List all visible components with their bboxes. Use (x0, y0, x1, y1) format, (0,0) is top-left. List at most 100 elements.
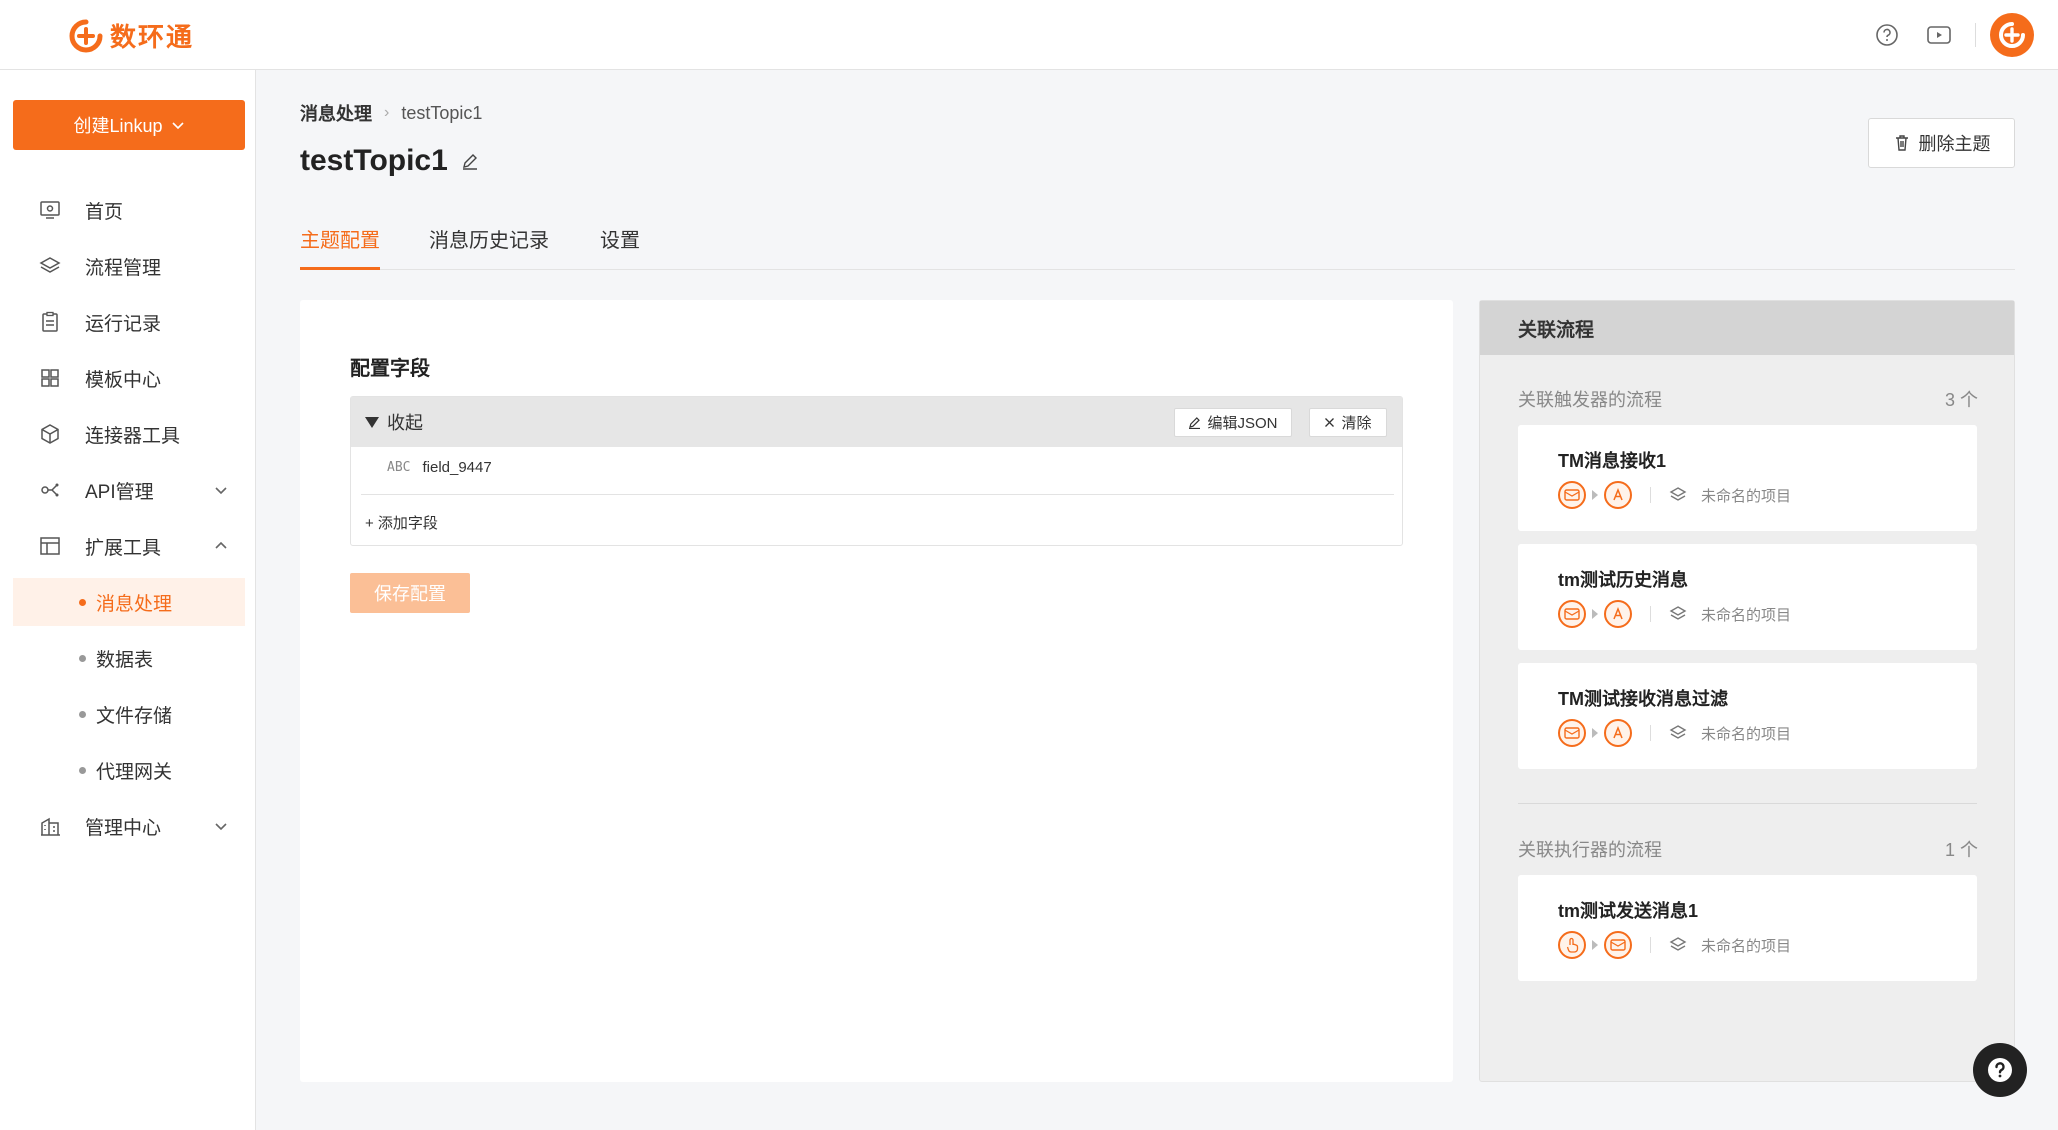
tab-bar: 主题配置 消息历史记录 设置 (300, 212, 2015, 270)
flow-project: 未命名的项目 (1701, 725, 1792, 743)
help-fab-button[interactable] (1973, 1043, 2027, 1097)
page-title-row: testTopic1 (300, 144, 480, 178)
tab-settings[interactable]: 设置 (600, 224, 640, 270)
divider (1650, 606, 1651, 622)
save-config-button[interactable]: 保存配置 (350, 573, 470, 613)
clear-button[interactable]: 清除 (1309, 408, 1387, 437)
sidebar-subitem-data-tables[interactable]: 数据表 (13, 634, 245, 682)
arrow-right-icon (1592, 609, 1598, 619)
edit-json-label: 编辑JSON (1207, 415, 1278, 432)
create-linkup-label: 创建Linkup (73, 116, 163, 136)
sidebar-subitem-message-processing[interactable]: 消息处理 (13, 578, 245, 626)
sidebar-item-templates[interactable]: 模板中心 (13, 354, 245, 402)
bullet-dot (79, 654, 86, 662)
layout-icon (37, 533, 63, 559)
chevron-up-icon (215, 541, 227, 549)
field-box: 收起 编辑JSON 清除 ABC field_9447 + 添加字段 (350, 396, 1403, 546)
flow-card[interactable]: tm测试发送消息1 未命名的项目 (1518, 875, 1977, 981)
message-trigger-icon (1558, 719, 1586, 747)
divider (361, 494, 1394, 495)
manual-trigger-icon (1558, 931, 1586, 959)
top-bar: 数环通 (0, 0, 2058, 70)
flow-name: TM消息接收1 (1558, 451, 1666, 471)
flow-meta: 未命名的项目 (1558, 600, 1791, 628)
sidebar-item-home[interactable]: 首页 (13, 186, 245, 234)
sidebar-item-flows[interactable]: 流程管理 (13, 242, 245, 290)
field-name: field_9447 (422, 459, 492, 476)
arrow-right-icon (1592, 490, 1598, 500)
app-logo[interactable]: 数环通 (68, 17, 194, 54)
delete-topic-button[interactable]: 删除主题 (1868, 118, 2015, 168)
clipboard-icon (37, 309, 63, 335)
flow-card[interactable]: TM测试接收消息过滤 未命名的项目 (1518, 663, 1977, 769)
sidebar-subitem-file-storage[interactable]: 文件存储 (13, 690, 245, 738)
flow-meta: 未命名的项目 (1558, 481, 1791, 509)
text-action-icon (1604, 481, 1632, 509)
layers-icon (1669, 937, 1687, 951)
sidebar-item-extensions[interactable]: 扩展工具 (13, 522, 245, 570)
text-action-icon (1604, 600, 1632, 628)
user-avatar[interactable] (1990, 13, 2034, 57)
field-row[interactable]: ABC field_9447 (387, 459, 492, 476)
message-action-icon (1604, 931, 1632, 959)
flow-name: tm测试历史消息 (1558, 570, 1688, 590)
sidebar-item-admin-center[interactable]: 管理中心 (13, 802, 245, 850)
flow-project: 未命名的项目 (1701, 606, 1792, 624)
collapse-label: 收起 (387, 413, 423, 433)
flow-meta: 未命名的项目 (1558, 931, 1791, 959)
layers-icon (1669, 487, 1687, 501)
sidebar-item-runs[interactable]: 运行记录 (13, 298, 245, 346)
sidebar-item-label: 管理中心 (85, 817, 162, 839)
trigger-section-count: 3 个 (1944, 390, 1978, 410)
edit-pencil-icon (1189, 417, 1201, 429)
config-card: 配置字段 收起 编辑JSON 清除 ABC field_9447 + 添加字段 … (300, 300, 1453, 1082)
edit-json-button[interactable]: 编辑JSON (1174, 408, 1292, 437)
grid-icon (37, 365, 63, 391)
flow-card[interactable]: TM消息接收1 未命名的项目 (1518, 425, 1977, 531)
sidebar-item-label: 首页 (85, 201, 124, 223)
sidebar-subitem-label: 数据表 (96, 649, 154, 671)
topbar-divider (1975, 23, 1976, 47)
sidebar-item-label: 运行记录 (85, 313, 162, 335)
building-icon (37, 813, 63, 839)
api-icon (37, 477, 63, 503)
field-type-label: ABC (387, 460, 411, 475)
brand-avatar-icon (1999, 22, 2025, 48)
layers-icon (1669, 606, 1687, 620)
caret-down-icon (365, 416, 379, 428)
tab-topic-config[interactable]: 主题配置 (300, 224, 380, 270)
sidebar-item-connector-tools[interactable]: 连接器工具 (13, 410, 245, 458)
sidebar: 创建Linkup 首页 流程管理 运行记录 模板中心 连接器工具 API管理 扩… (0, 70, 256, 1130)
sidebar-subitem-proxy-gateway[interactable]: 代理网关 (13, 746, 245, 794)
section-divider (1518, 803, 1977, 804)
bullet-dot (79, 598, 86, 606)
monitor-icon (37, 197, 63, 223)
sidebar-subitem-label: 代理网关 (96, 761, 173, 783)
help-circle-icon[interactable] (1865, 13, 1909, 57)
edit-pencil-icon[interactable] (460, 151, 480, 171)
sidebar-item-label: 连接器工具 (85, 425, 181, 447)
sidebar-item-api[interactable]: API管理 (13, 466, 245, 514)
flow-project: 未命名的项目 (1701, 937, 1792, 955)
create-linkup-button[interactable]: 创建Linkup (13, 100, 245, 150)
flow-card[interactable]: tm测试历史消息 未命名的项目 (1518, 544, 1977, 650)
brand-logo-icon (69, 19, 103, 52)
sidebar-item-label: 流程管理 (85, 257, 162, 279)
executor-section-label: 关联执行器的流程 (1518, 840, 1662, 860)
app-logo-text: 数环通 (110, 22, 195, 52)
close-icon (1325, 418, 1335, 427)
tab-message-history[interactable]: 消息历史记录 (429, 224, 549, 270)
flow-project: 未命名的项目 (1701, 487, 1792, 505)
breadcrumb-parent[interactable]: 消息处理 (300, 100, 372, 126)
trash-icon (1895, 135, 1908, 151)
add-field-button[interactable]: + 添加字段 (365, 512, 438, 533)
bullet-dot (79, 766, 86, 774)
flow-name: TM测试接收消息过滤 (1558, 689, 1728, 709)
message-trigger-icon (1558, 481, 1586, 509)
cube-icon (37, 421, 63, 447)
collapse-toggle[interactable]: 收起 (365, 409, 423, 435)
video-play-icon[interactable] (1917, 13, 1961, 57)
divider (1650, 725, 1651, 741)
breadcrumb: 消息处理 › testTopic1 (300, 100, 482, 126)
sidebar-item-label: 模板中心 (85, 369, 162, 391)
